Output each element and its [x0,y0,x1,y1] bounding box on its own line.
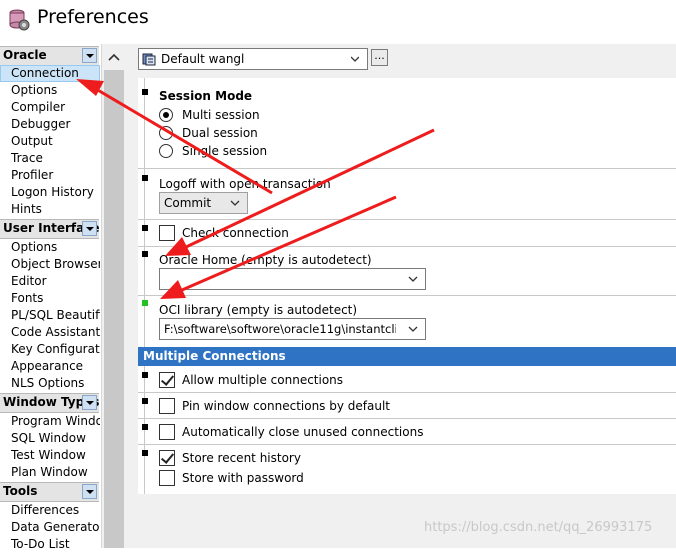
changed-marker [142,424,148,430]
nav-category-oracle[interactable]: Oracle [0,46,99,66]
nav-item-todo-list[interactable]: To-Do List [0,536,100,553]
nav-item-debugger[interactable]: Debugger [0,116,100,133]
radio-multi-session[interactable] [159,108,173,122]
marker-column-divider [144,366,145,494]
nav-item-editor[interactable]: Editor [0,273,100,290]
profile-more-button[interactable]: ... [371,49,388,66]
nav-item-profiler[interactable]: Profiler [0,167,100,184]
active-marker [142,300,148,306]
multiple-connections-header: Multiple Connections [138,347,676,366]
nav-category-window-types[interactable]: Window Types [0,393,99,413]
divider [138,295,676,296]
store-recent-history-label: Store recent history [182,451,301,465]
radio-single-session-label: Single session [182,144,268,158]
nav-item-plsql-beautifier[interactable]: PL/SQL Beautifie [0,307,100,324]
chevron-down-icon [408,326,418,332]
radio-dual-session[interactable] [159,126,173,140]
divider [138,392,676,393]
scroll-thumb[interactable] [104,70,124,548]
oci-library-value: F:\software\softwore\oracle11g\instantcl… [164,322,396,336]
logoff-value: Commit [164,196,212,210]
check-connection-checkbox[interactable] [159,225,175,241]
changed-marker [142,251,148,257]
category-collapse-icon[interactable] [82,221,97,236]
divider [138,219,676,220]
divider [138,168,676,169]
window-title: Preferences [37,6,149,28]
profile-select[interactable]: Default wangl [138,48,368,70]
nav-item-logon-history[interactable]: Logon History [0,184,100,201]
changed-marker [142,175,148,181]
nav-item-program-window[interactable]: Program Window [0,413,100,430]
store-with-password-label: Store with password [182,471,304,485]
app-database-icon [9,9,30,31]
nav-item-plan-window[interactable]: Plan Window [0,464,100,481]
changed-marker [142,450,148,456]
nav-item-appearance[interactable]: Appearance [0,358,100,375]
category-collapse-icon[interactable] [82,484,97,499]
category-collapse-icon[interactable] [82,395,97,410]
changed-marker [142,89,148,95]
chevron-down-icon [408,276,418,282]
nav-item-sql-window[interactable]: SQL Window [0,430,100,447]
nav-item-data-generator[interactable]: Data Generator [0,519,100,536]
logoff-label: Logoff with open transaction [159,177,331,191]
chevron-down-icon [351,56,359,62]
divider [138,418,676,419]
auto-close-connections-label: Automatically close unused connections [182,425,424,439]
nav-item-connection[interactable]: Connection [0,65,100,82]
nav-item-hints[interactable]: Hints [0,201,100,218]
check-connection-label: Check connection [182,226,289,240]
scroll-up-icon[interactable] [107,51,121,63]
nav-item-key-configuration[interactable]: Key Configuratio [0,341,100,358]
pin-window-connections-label: Pin window connections by default [182,399,391,413]
nav-item-options[interactable]: Options [0,82,100,99]
nav-item-ui-options[interactable]: Options [0,239,100,256]
oci-library-select[interactable]: F:\software\softwore\oracle11g\instantcl… [159,318,426,340]
chevron-down-icon [230,200,240,206]
changed-marker [142,372,148,378]
user-profile-icon [142,53,156,66]
divider [138,444,676,445]
profile-value: Default wangl [161,52,245,66]
nav-category-tools[interactable]: Tools [0,482,99,502]
changed-marker [142,398,148,404]
nav-scrollbar[interactable] [101,44,128,548]
radio-single-session[interactable] [159,144,173,158]
logoff-select[interactable]: Commit [159,192,248,214]
nav-category-label: Tools [3,484,38,498]
oracle-home-label: Oracle Home (empty is autodetect) [159,253,372,267]
settings-panel: Default wangl ... Session Mode Multi ses… [128,44,676,548]
nav-item-test-window[interactable]: Test Window [0,447,100,464]
oci-library-label: OCI library (empty is autodetect) [159,303,358,317]
auto-close-connections-checkbox[interactable] [159,424,175,440]
divider [138,246,676,247]
store-with-password-checkbox[interactable] [159,470,175,486]
nav-category-label: Oracle [3,48,47,62]
watermark-text: https://blog.csdn.net/qq_26993175 [424,520,653,535]
nav-item-output[interactable]: Output [0,133,100,150]
oracle-home-select[interactable] [159,268,426,290]
nav-item-code-assistant[interactable]: Code Assistant [0,324,100,341]
nav-item-nls-options[interactable]: NLS Options [0,375,100,392]
session-mode-title: Session Mode [159,89,253,103]
nav-item-fonts[interactable]: Fonts [0,290,100,307]
radio-multi-session-label: Multi session [182,108,260,122]
pin-window-connections-checkbox[interactable] [159,398,175,414]
marker-column-divider [144,78,145,347]
allow-multiple-connections-checkbox[interactable] [159,372,175,388]
title-bar: Preferences [0,0,676,42]
radio-dual-session-label: Dual session [182,126,258,140]
changed-marker [142,225,148,231]
nav-item-differences[interactable]: Differences [0,502,100,519]
nav-item-compiler[interactable]: Compiler [0,99,100,116]
category-collapse-icon[interactable] [82,48,97,63]
nav-category-user-interface[interactable]: User Interface [0,219,100,239]
allow-multiple-connections-label: Allow multiple connections [182,373,344,387]
store-recent-history-checkbox[interactable] [159,450,175,466]
nav-item-object-browser[interactable]: Object Browser [0,256,100,273]
nav-item-trace[interactable]: Trace [0,150,100,167]
